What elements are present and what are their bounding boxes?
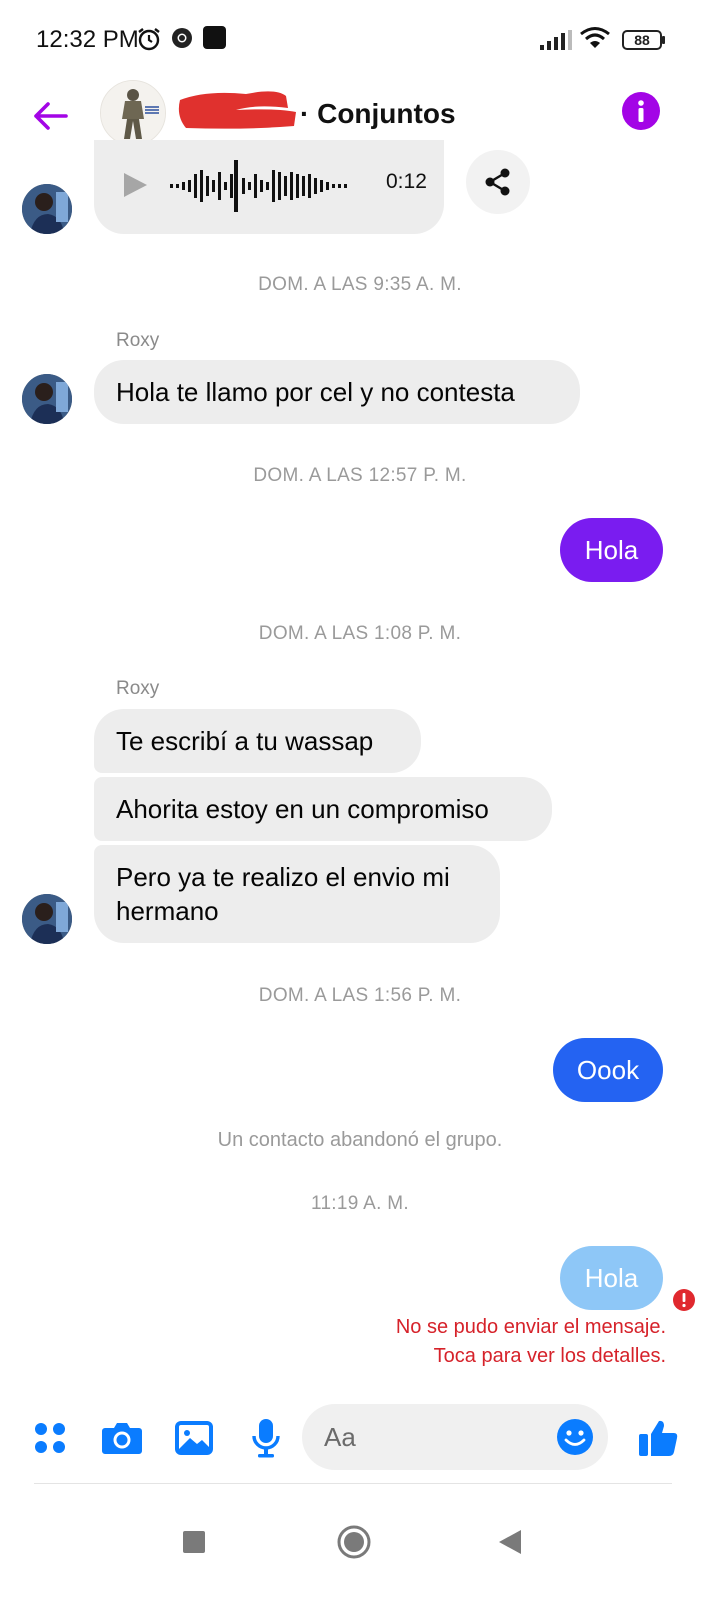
sender-name: Roxy (116, 330, 160, 351)
outgoing-message-failed[interactable]: Hola (560, 1246, 663, 1310)
send-error-text[interactable]: No se pudo enviar el mensaje. (396, 1316, 666, 1339)
recents-button[interactable] (164, 1512, 224, 1572)
arrow-left-icon (34, 102, 68, 130)
timestamp-separator: DOM. A LAS 1:56 P. M. (258, 985, 462, 1006)
gallery-button[interactable] (170, 1414, 218, 1462)
signal-icon (540, 30, 572, 50)
camera-button[interactable] (98, 1414, 146, 1462)
avatar[interactable] (22, 184, 72, 234)
conversation-title: · Conjuntos (300, 98, 456, 129)
chrome-icon (172, 28, 192, 48)
home-button[interactable] (324, 1512, 384, 1572)
camera-icon (102, 1423, 142, 1454)
message-text: Hola te llamo por cel y no contesta (116, 377, 515, 407)
message-text: Hola (584, 1263, 639, 1293)
wifi-icon (580, 27, 610, 48)
message-text: Ahorita estoy en un compromiso (116, 794, 489, 824)
notification-icon (203, 26, 226, 49)
avatar[interactable] (22, 374, 72, 424)
timestamp-separator: DOM. A LAS 9:35 A. M. (258, 274, 462, 295)
battery-level: 88 (634, 32, 650, 48)
audio-waveform (170, 160, 347, 212)
message-text: Hola (584, 535, 639, 565)
like-icon (639, 1420, 678, 1456)
message-text: Pero ya te realizo el envio mi hermano (116, 862, 450, 926)
menu-dots-icon (35, 1423, 65, 1453)
more-actions-button[interactable] (26, 1414, 74, 1462)
emoji-icon[interactable] (556, 1418, 594, 1456)
audio-duration: 0:12 (386, 170, 427, 193)
timestamp-separator: 11:19 A. M. (310, 1193, 409, 1214)
composer-divider (34, 1483, 672, 1484)
back-icon (499, 1530, 521, 1554)
alarm-icon (138, 28, 160, 51)
send-error-details[interactable]: Toca para ver los detalles. (434, 1345, 666, 1368)
like-button[interactable] (634, 1414, 682, 1462)
incoming-message[interactable]: Pero ya te realizo el envio mi hermano (94, 845, 500, 943)
gallery-icon (175, 1421, 213, 1455)
outgoing-message[interactable]: Hola (560, 518, 663, 582)
system-notice: Un contacto abandonó el grupo. (217, 1129, 503, 1151)
group-avatar[interactable] (100, 80, 166, 146)
status-bar: 12:32 PM 88 (0, 0, 720, 80)
message-composer (0, 1400, 720, 1482)
timestamp-separator: DOM. A LAS 12:57 P. M. (253, 465, 467, 486)
status-time: 12:32 PM (36, 26, 139, 53)
voice-button[interactable] (242, 1414, 290, 1462)
share-button[interactable] (466, 150, 530, 214)
message-text: Te escribí a tu wassap (116, 726, 374, 756)
sender-name: Roxy (116, 678, 160, 699)
microphone-icon (252, 1419, 280, 1458)
message-text: Oook (576, 1055, 640, 1085)
incoming-message[interactable]: Te escribí a tu wassap (94, 709, 421, 773)
recents-icon (183, 1531, 205, 1553)
incoming-message[interactable]: Ahorita estoy en un compromiso (94, 777, 552, 841)
back-button[interactable] (24, 90, 76, 142)
share-icon (485, 168, 510, 196)
timestamp-separator: DOM. A LAS 1:08 P. M. (258, 623, 462, 644)
avatar[interactable] (22, 894, 72, 944)
info-icon (638, 100, 644, 122)
info-button[interactable] (622, 92, 660, 130)
incoming-message[interactable]: Hola te llamo por cel y no contesta (94, 360, 580, 424)
redacted-name-mark (178, 91, 296, 129)
audio-message[interactable]: 0:12 (94, 140, 444, 234)
system-back-button[interactable] (480, 1512, 540, 1572)
system-navigation-bar (0, 1490, 720, 1600)
play-icon[interactable] (120, 170, 150, 200)
battery-icon: 88 (622, 30, 666, 50)
home-icon (337, 1525, 371, 1559)
outgoing-message[interactable]: Oook (553, 1038, 663, 1102)
error-icon[interactable] (672, 1288, 696, 1312)
